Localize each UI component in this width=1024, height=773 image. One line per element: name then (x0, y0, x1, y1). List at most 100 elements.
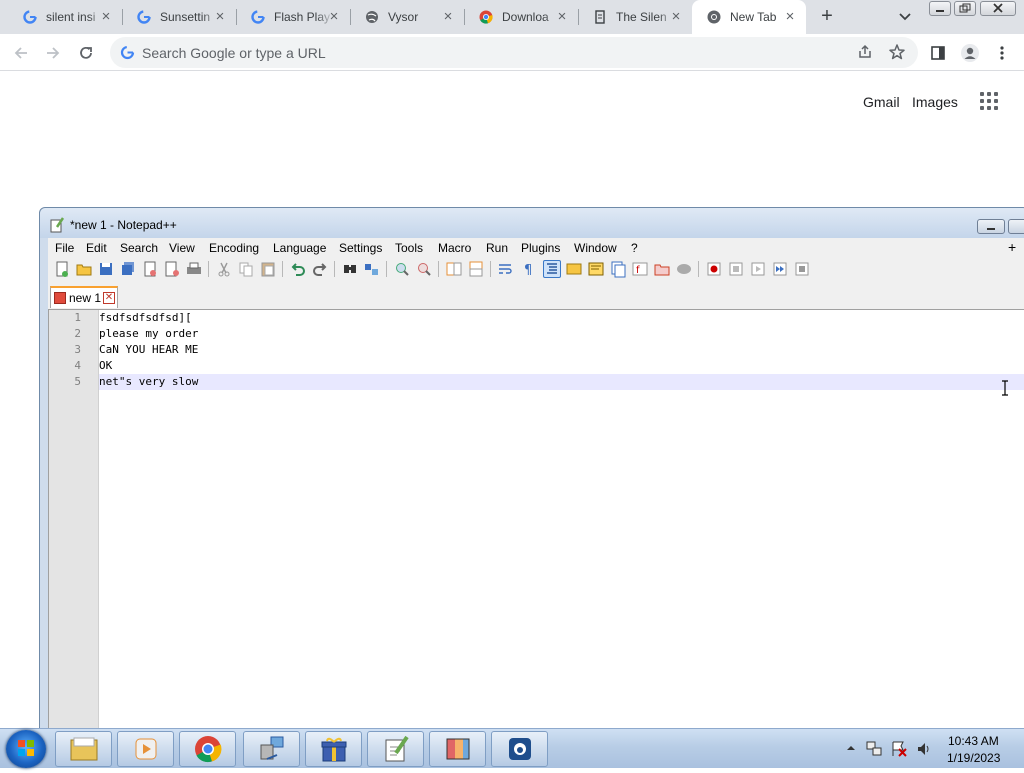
npp-titlebar[interactable]: *new 1 - Notepad++ (40, 208, 1024, 238)
gmail-link[interactable]: Gmail (863, 94, 900, 110)
clock-date[interactable]: 1/19/2023 (947, 751, 1000, 765)
menu-encoding[interactable]: Encoding (209, 241, 259, 255)
print-icon[interactable] (185, 260, 203, 278)
taskbar-explorer-button[interactable] (55, 731, 112, 767)
macro-record-icon[interactable] (705, 260, 723, 278)
tab-close-icon[interactable]: × (668, 9, 684, 25)
tab-close-icon[interactable]: × (326, 9, 342, 25)
indent-guide-icon[interactable] (543, 260, 561, 278)
window-close-button[interactable] (980, 1, 1016, 16)
menu-language[interactable]: Language (273, 241, 326, 255)
menu-help[interactable]: ? (631, 241, 638, 255)
browser-tab-3[interactable]: Flash Play × (236, 0, 351, 34)
bookmark-star-icon[interactable] (888, 43, 906, 66)
undo-icon[interactable] (289, 260, 307, 278)
menu-plugins[interactable]: Plugins (521, 241, 560, 255)
menu-edit[interactable]: Edit (86, 241, 107, 255)
new-tab-button[interactable]: + (815, 5, 839, 29)
browser-tab-7-active[interactable]: New Tab × (692, 0, 806, 34)
menu-search[interactable]: Search (120, 241, 158, 255)
show-all-chars-icon[interactable]: ¶ (519, 260, 537, 278)
window-minimize-button[interactable] (929, 1, 951, 16)
browser-tab-4[interactable]: Vysor × (350, 0, 465, 34)
new-file-icon[interactable] (53, 260, 71, 278)
folder-as-workspace-icon[interactable] (653, 260, 671, 278)
menu-run[interactable]: Run (486, 241, 508, 255)
profile-avatar-icon[interactable] (958, 41, 982, 65)
save-all-icon[interactable] (119, 260, 137, 278)
macro-play-icon[interactable] (749, 260, 767, 278)
close-file-icon[interactable] (141, 260, 159, 278)
save-icon[interactable] (97, 260, 115, 278)
kebab-menu-icon[interactable] (990, 41, 1014, 65)
browser-tab-6[interactable]: The Silen × (578, 0, 692, 34)
user-define-icon[interactable] (565, 260, 583, 278)
images-link[interactable]: Images (912, 94, 958, 110)
function-list-icon[interactable] (609, 260, 627, 278)
reload-icon[interactable] (74, 41, 98, 65)
address-input[interactable] (142, 42, 822, 63)
window-restore-button[interactable] (954, 1, 976, 16)
taskbar-windows-app-button[interactable] (429, 731, 486, 767)
sync-horizontal-icon[interactable] (467, 260, 485, 278)
cut-icon[interactable] (215, 260, 233, 278)
redo-icon[interactable] (311, 260, 329, 278)
copy-icon[interactable] (237, 260, 255, 278)
share-icon[interactable] (857, 44, 873, 65)
network-icon[interactable] (866, 740, 882, 758)
npp-minimize-button[interactable] (977, 219, 1005, 234)
menu-tools[interactable]: Tools (395, 241, 423, 255)
taskbar-media-player-button[interactable] (117, 731, 174, 767)
tab-close-icon[interactable]: × (212, 9, 228, 25)
word-wrap-icon[interactable] (497, 260, 515, 278)
code-line[interactable]: please my order (99, 326, 1024, 342)
menu-view[interactable]: View (169, 241, 195, 255)
browser-tab-1[interactable]: silent insi × (8, 0, 123, 34)
menu-macro[interactable]: Macro (438, 241, 471, 255)
npp-maximize-button[interactable] (1008, 219, 1024, 234)
monitoring-icon[interactable] (675, 260, 693, 278)
omnibox[interactable] (110, 37, 918, 68)
paste-icon[interactable] (259, 260, 277, 278)
forward-arrow-icon[interactable] (41, 41, 65, 65)
browser-tab-2[interactable]: Sunsettin × (122, 0, 237, 34)
tab-close-icon[interactable]: × (782, 9, 798, 25)
macro-run-multiple-icon[interactable] (771, 260, 789, 278)
document-tab-new-1[interactable]: new 1 ✕ (50, 286, 118, 308)
clock-time[interactable]: 10:43 AM (948, 734, 999, 748)
action-center-warning-icon[interactable] (890, 740, 908, 758)
folder-workspace-icon[interactable]: f (631, 260, 649, 278)
taskbar-chrome-button[interactable] (179, 731, 236, 767)
menu-plus[interactable]: + (1008, 239, 1016, 255)
tab-close-icon[interactable]: × (98, 9, 114, 25)
taskbar-gift-app-button[interactable] (305, 731, 362, 767)
editor-area[interactable]: 1 2 3 4 5 fsdfsdfsdfsd][ please my order… (48, 309, 1024, 729)
browser-tab-5[interactable]: Downloa × (464, 0, 579, 34)
chevron-down-icon[interactable] (895, 6, 915, 26)
find-icon[interactable] (341, 260, 359, 278)
tab-close-icon[interactable]: × (554, 9, 570, 25)
code-line-current[interactable]: net"s very slow (99, 374, 1024, 390)
google-apps-grid-icon[interactable] (980, 92, 1000, 112)
menu-file[interactable]: File (55, 241, 74, 255)
open-file-icon[interactable] (75, 260, 93, 278)
code-line[interactable]: CaN YOU HEAR ME (99, 342, 1024, 358)
show-hidden-icons-chevron-icon[interactable] (846, 743, 856, 753)
macro-stop-icon[interactable] (727, 260, 745, 278)
taskbar-notepad-plus-plus-button[interactable] (367, 731, 424, 767)
replace-icon[interactable] (363, 260, 381, 278)
macro-save-icon[interactable] (793, 260, 811, 278)
volume-speaker-icon[interactable] (916, 740, 932, 758)
code-line[interactable]: fsdfsdfsdfsd][ (99, 310, 1024, 326)
zoom-in-icon[interactable] (393, 260, 411, 278)
taskbar-network-app-button[interactable] (243, 731, 300, 767)
start-button[interactable] (6, 730, 46, 768)
taskbar-vysor-button[interactable] (491, 731, 548, 767)
code-line[interactable]: OK (99, 358, 1024, 374)
close-tab-icon[interactable]: ✕ (103, 292, 115, 304)
tab-close-icon[interactable]: × (440, 9, 456, 25)
menu-settings[interactable]: Settings (339, 241, 382, 255)
zoom-out-icon[interactable] (415, 260, 433, 278)
side-panel-icon[interactable] (926, 41, 950, 65)
sync-vertical-icon[interactable] (445, 260, 463, 278)
